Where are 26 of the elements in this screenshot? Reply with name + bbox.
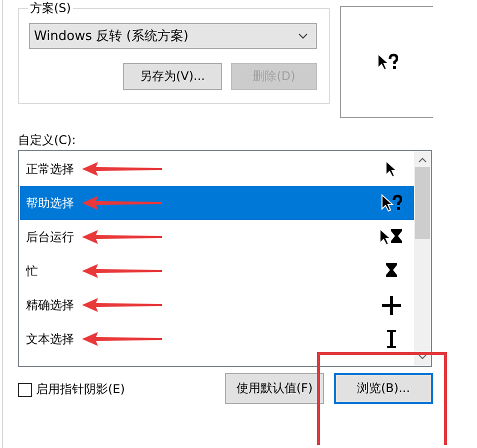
scheme-dropdown[interactable]: Windows 反转 (系统方案) <box>29 23 317 49</box>
help-cursor-icon <box>376 53 398 71</box>
list-item[interactable]: 忙 <box>20 254 414 288</box>
checkbox-label: 启用指针阴影(E) <box>36 381 125 398</box>
list-item[interactable]: 后台运行 <box>20 220 414 254</box>
scroll-down-icon <box>418 354 427 360</box>
list-item[interactable]: 正常选择 <box>20 152 414 186</box>
browse-button[interactable]: 浏览(B)... <box>334 373 433 404</box>
hourglass-cursor-icon <box>384 262 398 280</box>
checkbox[interactable] <box>18 382 32 396</box>
list-item[interactable]: 帮助选择 <box>20 186 414 220</box>
scroll-up-icon <box>418 157 427 163</box>
chevron-down-icon <box>298 33 308 39</box>
list-label: 自定义(C): <box>18 132 77 149</box>
save-as-button[interactable]: 另存为(V)... <box>123 63 222 90</box>
list-item[interactable]: 文本选择 <box>20 322 414 356</box>
help-cursor-icon <box>380 194 402 212</box>
list-item[interactable]: 精确选择 <box>20 288 414 322</box>
working-cursor-icon <box>378 228 404 246</box>
arrow-cursor-icon <box>384 160 398 178</box>
scrollbar[interactable] <box>414 151 431 366</box>
text-cursor-icon <box>386 330 396 348</box>
group-label: 方案(S) <box>29 0 72 17</box>
crosshair-cursor-icon <box>382 296 400 314</box>
scroll-thumb[interactable] <box>415 167 430 239</box>
use-default-button[interactable]: 使用默认值(F) <box>225 373 324 404</box>
